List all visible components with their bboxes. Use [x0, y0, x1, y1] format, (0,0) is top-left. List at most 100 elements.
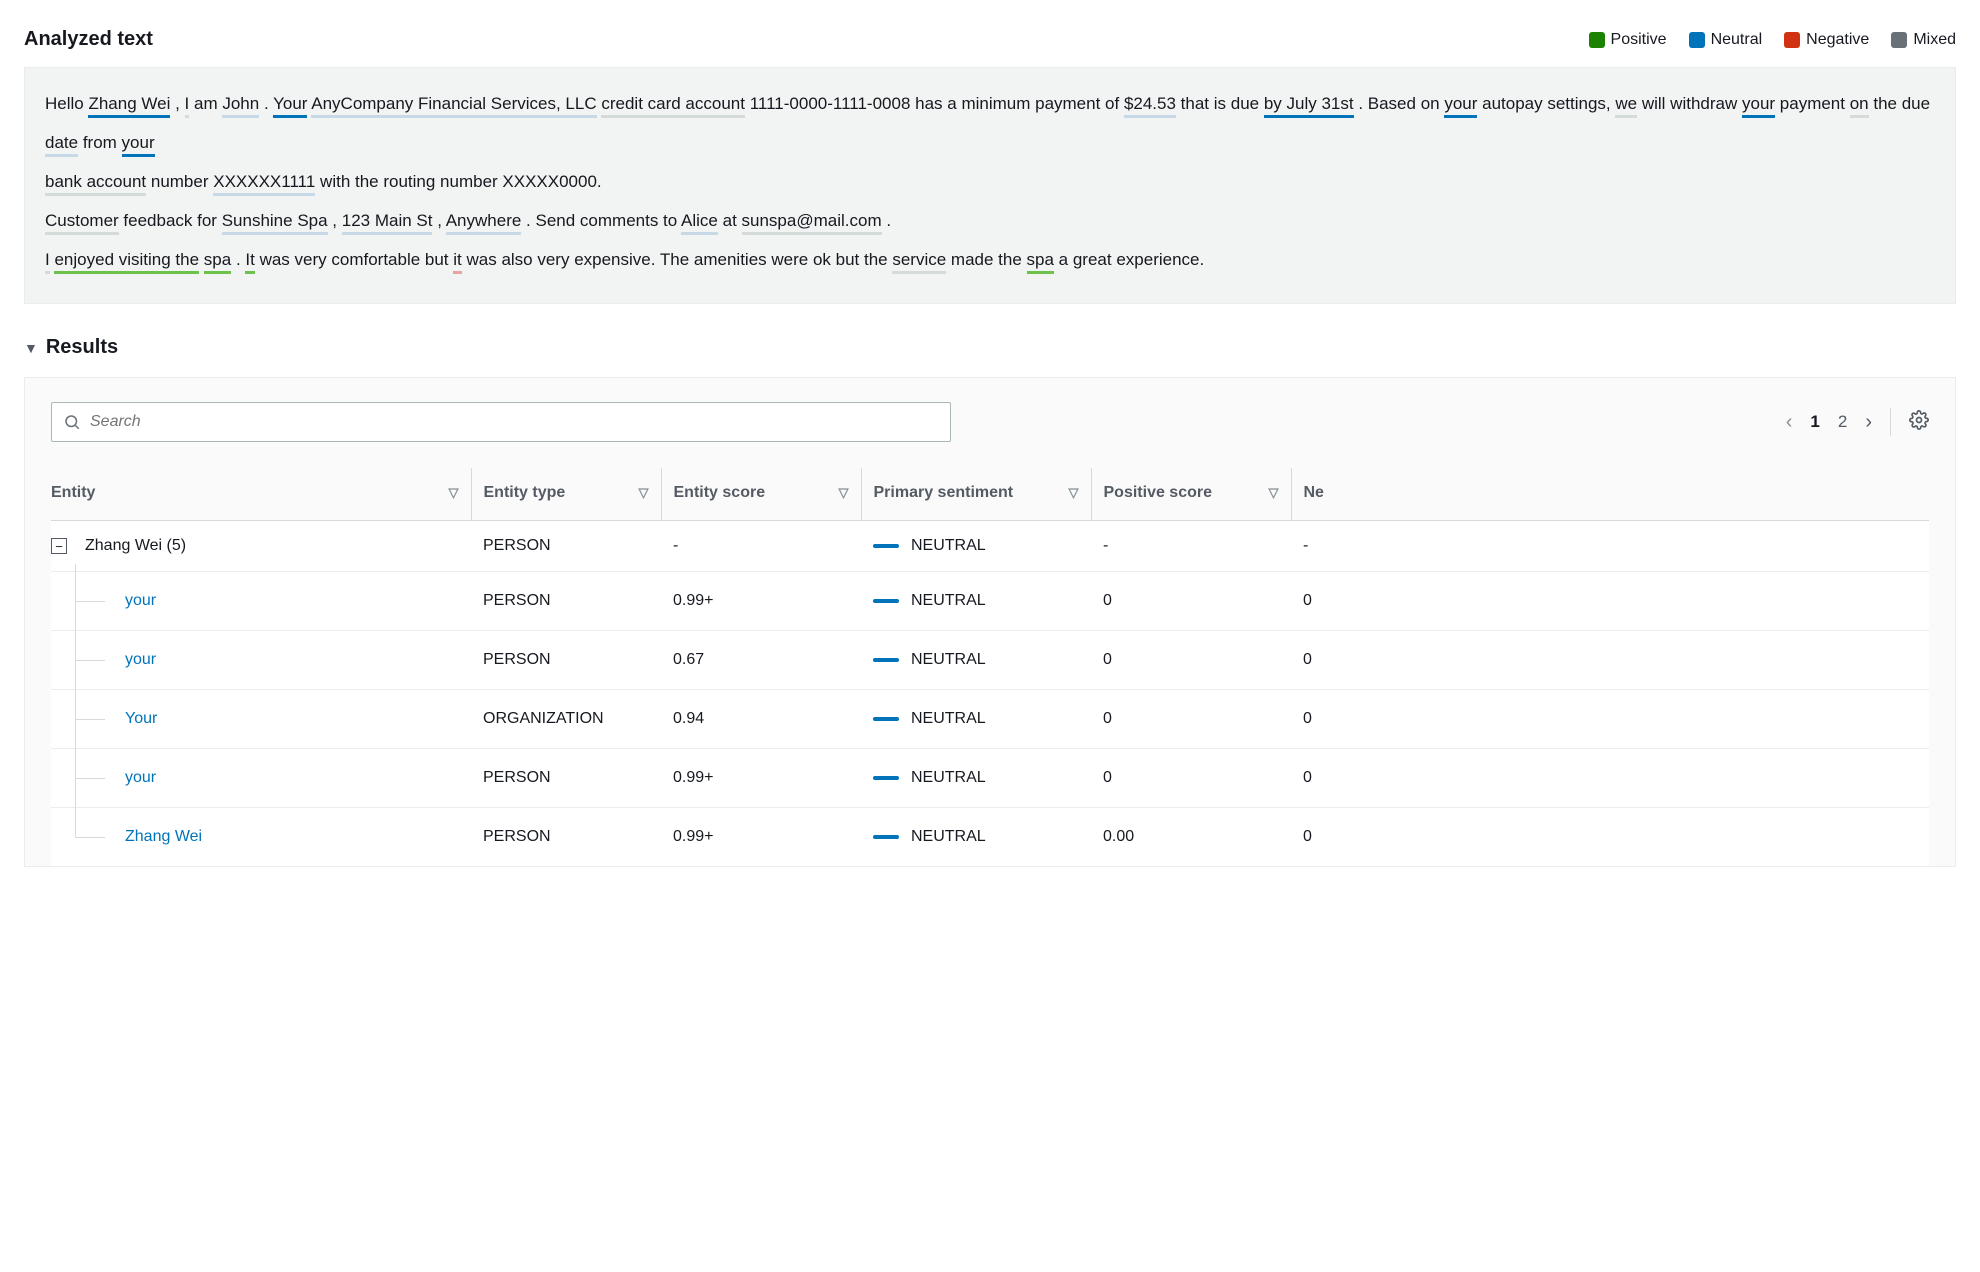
results-toolbar: ‹ 1 2 ›: [51, 402, 1929, 442]
cell-positive: 0: [1091, 631, 1291, 690]
table-row-group: −Zhang Wei (5)PERSON-NEUTRAL--: [51, 521, 1929, 572]
search-input[interactable]: [51, 402, 951, 442]
sort-caret-icon[interactable]: ▽: [639, 485, 649, 501]
table-row: Zhang WeiPERSON0.99+NEUTRAL0.000: [51, 808, 1929, 867]
swatch-negative: [1784, 32, 1800, 48]
pagination: ‹ 1 2 ›: [1786, 408, 1929, 436]
cell-entity-score: 0.99+: [661, 749, 861, 808]
cell-sentiment: NEUTRAL: [873, 769, 1079, 787]
entity-link[interactable]: Zhang Wei: [125, 828, 202, 846]
text-token: spa: [204, 250, 231, 274]
text-token: It: [245, 250, 254, 274]
legend-negative-label: Negative: [1806, 31, 1869, 49]
col-entity-score[interactable]: Entity score: [674, 484, 766, 502]
cell-sentiment: NEUTRAL: [873, 592, 1079, 610]
text-token: enjoyed visiting the: [54, 250, 199, 274]
col-positive-score[interactable]: Positive score: [1104, 484, 1213, 502]
legend-neutral: Neutral: [1689, 31, 1763, 49]
col-entity[interactable]: Entity: [51, 484, 95, 502]
text-token: AnyCompany Financial Services, LLC: [311, 94, 596, 118]
text-token: Alice: [681, 211, 718, 235]
entity-link[interactable]: your: [125, 651, 156, 669]
legend-negative: Negative: [1784, 31, 1869, 49]
cell-negative: 0: [1291, 808, 1929, 867]
text-token: sunspa@mail.com: [742, 211, 882, 235]
analyzed-text-content: Hello Zhang Wei , I am John . Your AnyCo…: [45, 84, 1935, 279]
col-negative-score[interactable]: Ne: [1304, 484, 1324, 502]
text-token: 123 Main St: [342, 211, 433, 235]
cell-negative: 0: [1291, 572, 1929, 631]
text-token: John: [222, 94, 259, 118]
cell-entity-type: PERSON: [471, 631, 661, 690]
cell-sentiment: NEUTRAL: [873, 651, 1079, 669]
legend-mixed-label: Mixed: [1913, 31, 1956, 49]
results-toggle[interactable]: ▼ Results: [24, 304, 1956, 377]
entity-link[interactable]: your: [125, 592, 156, 610]
sort-caret-icon[interactable]: ▽: [1269, 485, 1279, 501]
cell-entity-type: PERSON: [471, 749, 661, 808]
cell-entity-score: 0.99+: [661, 808, 861, 867]
text-token: I: [45, 250, 50, 274]
swatch-positive: [1589, 32, 1605, 48]
text-token: it: [453, 250, 462, 274]
swatch-mixed: [1891, 32, 1907, 48]
cell-entity-score: 0.99+: [661, 572, 861, 631]
cell-entity-type: PERSON: [471, 808, 661, 867]
search-wrap: [51, 402, 951, 442]
group-entity-label: Zhang Wei (5): [85, 537, 186, 555]
entity-link[interactable]: your: [125, 769, 156, 787]
page-2[interactable]: 2: [1838, 412, 1847, 432]
text-token: your: [1444, 94, 1477, 118]
cell-sentiment: NEUTRAL: [873, 710, 1079, 728]
text-token: your: [122, 133, 155, 157]
text-token: date: [45, 133, 78, 157]
text-token: service: [892, 250, 946, 274]
text-token: Zhang Wei: [88, 94, 170, 118]
sentiment-legend: Positive Neutral Negative Mixed: [1589, 31, 1956, 49]
settings-button[interactable]: [1909, 410, 1929, 435]
page-next-icon[interactable]: ›: [1865, 411, 1872, 434]
cell-negative: 0: [1291, 690, 1929, 749]
legend-positive: Positive: [1589, 31, 1667, 49]
tree-branch-icon: [51, 824, 121, 850]
text-token: Your: [273, 94, 307, 118]
cell-entity-type: ORGANIZATION: [471, 690, 661, 749]
text-token: bank account: [45, 172, 146, 196]
table-row: YourORGANIZATION0.94NEUTRAL00: [51, 690, 1929, 749]
cell-entity-score: -: [661, 521, 861, 572]
caret-down-icon: ▼: [24, 340, 38, 356]
sort-caret-icon[interactable]: ▽: [1069, 485, 1079, 501]
sort-caret-icon[interactable]: ▽: [449, 485, 459, 501]
text-token: $24.53: [1124, 94, 1176, 118]
cell-negative: 0: [1291, 749, 1929, 808]
cell-positive: 0: [1091, 572, 1291, 631]
expand-collapse-icon[interactable]: −: [51, 538, 67, 554]
analyzed-text-box: Hello Zhang Wei , I am John . Your AnyCo…: [24, 67, 1956, 304]
text-token: I: [185, 94, 190, 118]
cell-negative: 0: [1291, 631, 1929, 690]
table-row: yourPERSON0.99+NEUTRAL00: [51, 749, 1929, 808]
text-token: Anywhere: [446, 211, 522, 235]
tree-branch-icon: [51, 706, 121, 732]
cell-entity-score: 0.94: [661, 690, 861, 749]
page-prev-icon[interactable]: ‹: [1786, 411, 1793, 434]
tree-branch-icon: [51, 765, 121, 791]
text-token: spa: [1027, 250, 1054, 274]
search-icon: [63, 413, 81, 431]
col-entity-type[interactable]: Entity type: [484, 484, 566, 502]
results-label: Results: [46, 336, 118, 359]
legend-mixed: Mixed: [1891, 31, 1956, 49]
col-primary-sentiment[interactable]: Primary sentiment: [874, 484, 1014, 502]
page-title: Analyzed text: [24, 28, 153, 51]
swatch-neutral: [1689, 32, 1705, 48]
text-token: your: [1742, 94, 1775, 118]
table-row: yourPERSON0.99+NEUTRAL00: [51, 572, 1929, 631]
text-token: on: [1850, 94, 1869, 118]
cell-sentiment: NEUTRAL: [873, 537, 1079, 555]
text-token: XXXXXX1111: [213, 172, 315, 196]
page-1[interactable]: 1: [1810, 412, 1819, 432]
cell-entity-type: PERSON: [471, 521, 661, 572]
entity-link[interactable]: Your: [125, 710, 157, 728]
sort-caret-icon[interactable]: ▽: [839, 485, 849, 501]
cell-negative: -: [1291, 521, 1929, 572]
